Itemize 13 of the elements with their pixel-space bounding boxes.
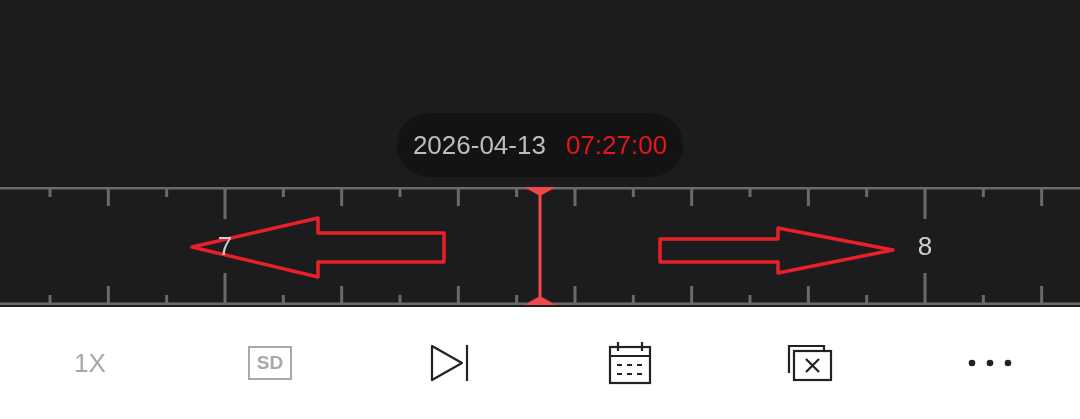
toolbar-button[interactable] (787, 344, 833, 382)
toolbar-button[interactable] (968, 359, 1012, 367)
close-windows-icon (787, 344, 833, 382)
calendar-icon (608, 341, 652, 385)
timeline-ruler[interactable] (0, 187, 1080, 305)
more-icon (968, 359, 1012, 367)
playhead-drawing[interactable] (524, 187, 556, 305)
time-text: 07:27:00 (565, 129, 668, 161)
toolbar-button[interactable] (430, 344, 470, 382)
hour-label: 8 (917, 231, 933, 261)
skip-next-icon (430, 344, 470, 382)
date-text: 2026-04-13 (412, 129, 546, 161)
toolbar-button[interactable] (608, 341, 652, 385)
